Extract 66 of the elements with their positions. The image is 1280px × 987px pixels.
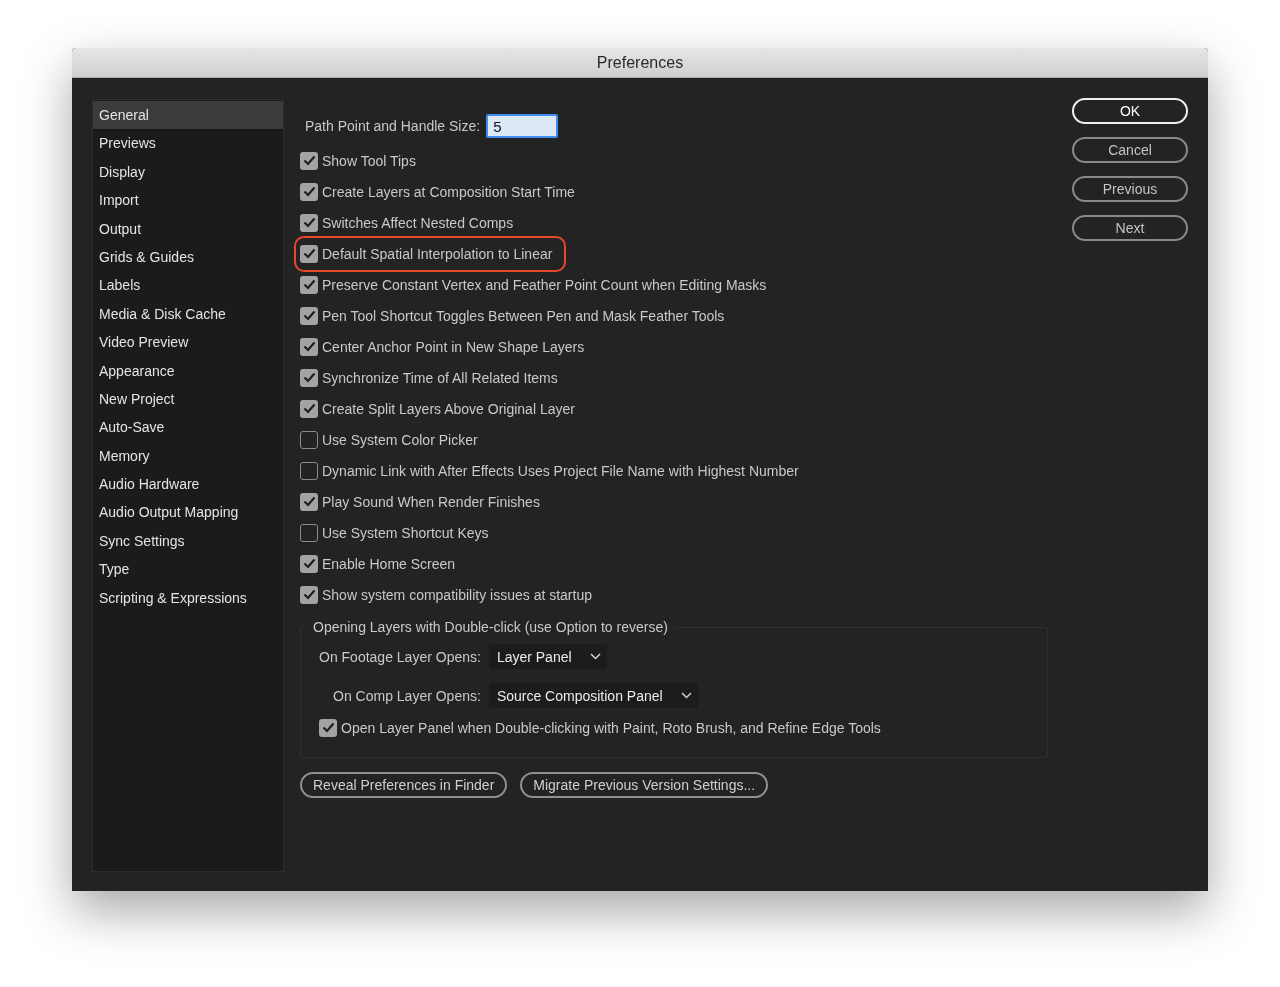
sidebar-item[interactable]: Auto-Save (93, 413, 283, 442)
checkbox-label: Play Sound When Render Finishes (322, 493, 540, 510)
checkbox[interactable] (300, 492, 318, 511)
checkbox[interactable] (300, 523, 318, 542)
checkbox[interactable] (300, 213, 318, 232)
sidebar-item[interactable]: Audio Output Mapping (93, 498, 283, 527)
checkbox[interactable] (300, 430, 318, 449)
sidebar-item[interactable]: Grids & Guides (93, 242, 283, 272)
sidebar-item[interactable]: Output (93, 214, 283, 243)
sidebar-item[interactable]: New Project (93, 384, 283, 414)
dialog-button[interactable]: Previous (1072, 176, 1188, 202)
checkbox-label: Show system compatibility issues at startup (322, 586, 592, 603)
action-button[interactable]: Migrate Previous Version Settings... (520, 772, 769, 798)
sidebar-item[interactable]: General (93, 101, 283, 130)
checkbox-label: Center Anchor Point in New Shape Layers (322, 338, 585, 355)
window-title: Preferences (596, 53, 684, 72)
checkbox[interactable] (300, 275, 318, 294)
checkbox[interactable] (300, 585, 318, 604)
checkbox-label: Enable Home Screen (322, 555, 456, 572)
checkbox[interactable] (300, 461, 318, 480)
group-title: Opening Layers with Double-click (use Option to reverse) (307, 618, 674, 636)
sidebar-item[interactable]: Labels (93, 271, 283, 300)
checkbox-label: Preserve Constant Vertex and Feather Point Count when Editing Masks (322, 276, 767, 293)
dropdown-label: On Comp Layer Opens: (332, 686, 481, 705)
checkbox-label: Create Layers at Composition Start Time (322, 183, 575, 200)
dropdown-label: On Footage Layer Opens: (319, 647, 481, 666)
checkbox[interactable] (300, 554, 318, 573)
checkbox[interactable] (300, 244, 318, 263)
checkbox[interactable] (300, 337, 318, 356)
sidebar-item[interactable]: Memory (93, 441, 283, 471)
dropdown[interactable]: Layer Panel (488, 644, 607, 669)
checkbox-label: Dynamic Link with After Effects Uses Project File Name with Highest Number (322, 462, 799, 479)
checkbox-label: Pen Tool Shortcut Toggles Between Pen and Mask Feather Tools (322, 307, 725, 324)
checkbox-label: Open Layer Panel when Double-clicking with Paint, Roto Brush, and Refine Edge Tools (341, 719, 881, 736)
checkbox-label: Default Spatial Interpolation to Linear (322, 245, 553, 262)
checkbox[interactable] (300, 399, 318, 418)
size-input-field[interactable]: 5 (486, 114, 559, 138)
chevron-down-icon (589, 653, 601, 660)
sidebar-item[interactable]: Video Preview (93, 328, 283, 357)
checkbox[interactable] (319, 718, 337, 737)
checkbox-label: Use System Shortcut Keys (322, 524, 489, 541)
checkbox[interactable] (300, 151, 318, 170)
action-button[interactable]: Reveal Preferences in Finder (300, 772, 508, 798)
sidebar-item[interactable]: Appearance (93, 356, 283, 385)
sidebar-item[interactable]: Previews (93, 129, 283, 158)
dropdown[interactable]: Source Composition Panel (488, 683, 698, 708)
checkbox-label: Use System Color Picker (322, 431, 478, 448)
chevron-down-icon (680, 692, 692, 699)
field-label: Path Point and Handle Size: (305, 117, 481, 135)
dialog-button[interactable]: OK (1072, 98, 1188, 124)
sidebar-item[interactable]: Scripting & Expressions (93, 583, 283, 613)
sidebar-item[interactable]: Import (93, 186, 283, 215)
checkbox-label: Show Tool Tips (322, 152, 416, 169)
sidebar-item[interactable]: Sync Settings (93, 526, 283, 556)
checkbox-label: Synchronize Time of All Related Items (322, 369, 558, 386)
sidebar-item[interactable]: Display (93, 157, 283, 187)
checkbox[interactable] (300, 182, 318, 201)
checkbox[interactable] (300, 306, 318, 325)
checkbox-label: Create Split Layers Above Original Layer (322, 400, 575, 417)
sidebar-item[interactable]: Audio Hardware (93, 470, 283, 499)
checkbox-label: Switches Affect Nested Comps (322, 214, 514, 231)
sidebar-item[interactable]: Type (93, 555, 283, 584)
dialog-button[interactable]: Cancel (1072, 137, 1188, 163)
checkbox[interactable] (300, 368, 318, 387)
sidebar-item[interactable]: Media & Disk Cache (93, 299, 283, 329)
dialog-button[interactable]: Next (1072, 215, 1188, 241)
